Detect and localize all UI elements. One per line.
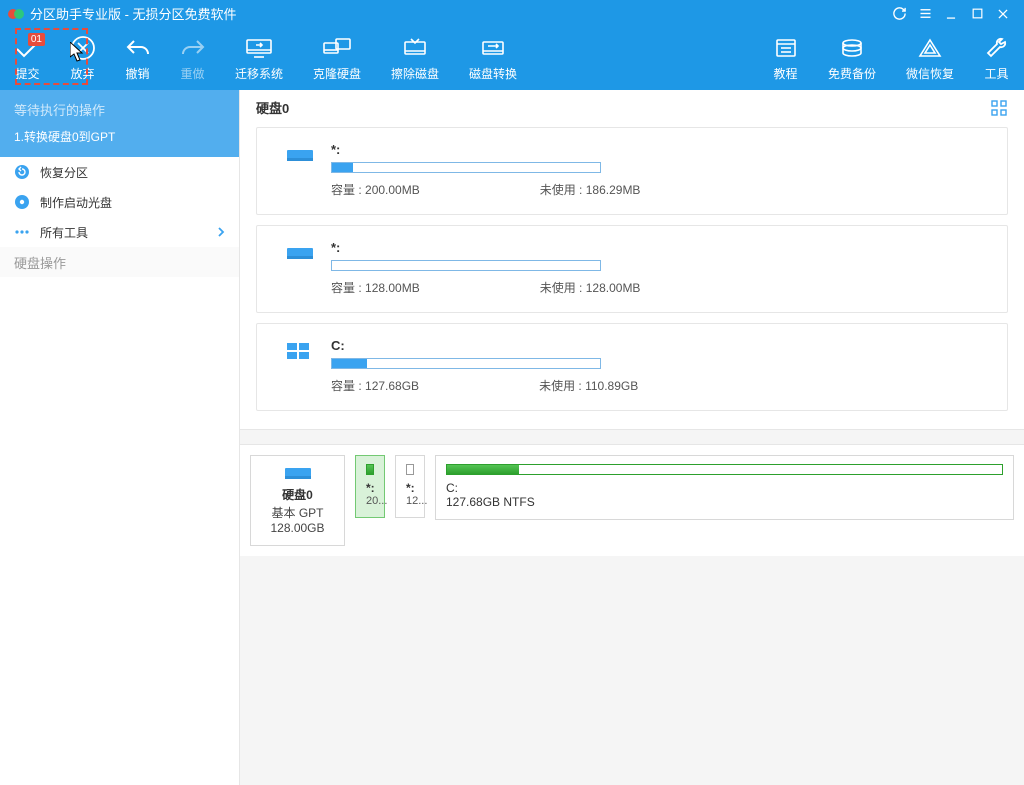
partition-name: C: bbox=[331, 338, 979, 353]
sidebar-section-disk-ops: 硬盘操作 bbox=[0, 247, 239, 277]
content: 等待执行的操作 1.转换硬盘0到GPT 恢复分区 制作启动光盘 所有工具 硬盘操… bbox=[0, 90, 1024, 785]
cancel-icon bbox=[68, 35, 98, 61]
partition-card[interactable]: C: 容量 : 127.68GB 未使用 : 110.89GB bbox=[256, 323, 1008, 411]
partition-name: *: bbox=[331, 142, 979, 157]
disk-icon bbox=[283, 464, 313, 484]
convert-button[interactable]: 磁盘转换 bbox=[454, 27, 532, 90]
undo-button[interactable]: 撤销 bbox=[110, 27, 165, 90]
menu-icon[interactable] bbox=[912, 3, 938, 25]
partition-card[interactable]: *: 容量 : 200.00MB 未使用 : 186.29MB bbox=[256, 127, 1008, 215]
recover-icon bbox=[14, 164, 30, 180]
undo-icon bbox=[123, 35, 153, 61]
disk-icon bbox=[285, 242, 315, 266]
disk-title: 硬盘0 bbox=[256, 98, 289, 117]
window-title: 分区助手专业版 - 无损分区免费软件 bbox=[30, 4, 886, 23]
layout-part-c[interactable]: C: 127.68GB NTFS bbox=[435, 455, 1014, 520]
disk-panel: 硬盘0 *: 容量 : 200.00MB 未使用 : 186.29MB *: bbox=[240, 90, 1024, 430]
usage-bar bbox=[331, 358, 601, 369]
wipe-button[interactable]: 擦除磁盘 bbox=[376, 27, 454, 90]
triangle-icon bbox=[915, 35, 945, 61]
clone-button[interactable]: 克隆硬盘 bbox=[298, 27, 376, 90]
sidebar-item-label: 所有工具 bbox=[40, 224, 88, 241]
app-logo-icon bbox=[8, 6, 24, 22]
backup-icon bbox=[837, 35, 867, 61]
layout-disk[interactable]: 硬盘0 基本 GPT 128.00GB bbox=[250, 455, 345, 546]
partition-card[interactable]: *: 容量 : 128.00MB 未使用 : 128.00MB bbox=[256, 225, 1008, 313]
layout-panel: 硬盘0 基本 GPT 128.00GB *: 20... *: 12... C:… bbox=[240, 444, 1024, 556]
sidebar-item-all-tools[interactable]: 所有工具 bbox=[0, 217, 239, 247]
layout-part-1[interactable]: *: 12... bbox=[395, 455, 425, 518]
redo-icon bbox=[178, 35, 208, 61]
commit-button[interactable]: 01 提交 bbox=[0, 27, 55, 90]
commit-badge: 01 bbox=[28, 33, 45, 46]
toolbar: 01 提交 放弃 撤销 重做 迁移系统 克隆硬盘 擦除磁盘 磁盘转换 教程 免费… bbox=[0, 27, 1024, 90]
convert-icon bbox=[478, 35, 508, 61]
tutorial-button[interactable]: 教程 bbox=[758, 27, 813, 90]
maximize-icon[interactable] bbox=[964, 3, 990, 25]
pending-ops: 等待执行的操作 1.转换硬盘0到GPT bbox=[0, 90, 239, 157]
sidebar: 等待执行的操作 1.转换硬盘0到GPT 恢复分区 制作启动光盘 所有工具 硬盘操… bbox=[0, 90, 240, 785]
wrench-icon bbox=[982, 35, 1012, 61]
usage-bar bbox=[331, 260, 601, 271]
pending-title: 等待执行的操作 bbox=[14, 100, 225, 119]
windows-icon bbox=[285, 340, 315, 364]
partition-name: *: bbox=[331, 240, 979, 255]
sidebar-item-label: 制作启动光盘 bbox=[40, 194, 112, 211]
discard-button[interactable]: 放弃 bbox=[55, 27, 110, 90]
usage-bar bbox=[331, 162, 601, 173]
book-icon bbox=[771, 35, 801, 61]
tools-button[interactable]: 工具 bbox=[969, 27, 1024, 90]
backup-button[interactable]: 免费备份 bbox=[813, 27, 891, 90]
sidebar-item-label: 恢复分区 bbox=[40, 164, 88, 181]
pending-item[interactable]: 1.转换硬盘0到GPT bbox=[14, 128, 225, 145]
close-icon[interactable] bbox=[990, 3, 1016, 25]
wipe-icon bbox=[400, 35, 430, 61]
chevron-right-icon bbox=[217, 226, 225, 238]
sidebar-item-boot-disc[interactable]: 制作启动光盘 bbox=[0, 187, 239, 217]
migrate-button[interactable]: 迁移系统 bbox=[220, 27, 298, 90]
layout-part-0[interactable]: *: 20... bbox=[355, 455, 385, 518]
titlebar: 分区助手专业版 - 无损分区免费软件 bbox=[0, 0, 1024, 27]
disc-icon bbox=[14, 194, 30, 210]
migrate-icon bbox=[244, 35, 274, 61]
minimize-icon[interactable] bbox=[938, 3, 964, 25]
clone-icon bbox=[322, 35, 352, 61]
refresh-icon[interactable] bbox=[886, 3, 912, 25]
sidebar-item-recover[interactable]: 恢复分区 bbox=[0, 157, 239, 187]
main: 硬盘0 *: 容量 : 200.00MB 未使用 : 186.29MB *: bbox=[240, 90, 1024, 785]
grid-view-icon[interactable] bbox=[990, 99, 1008, 117]
wechat-button[interactable]: 微信恢复 bbox=[891, 27, 969, 90]
dots-icon bbox=[14, 224, 30, 240]
redo-button[interactable]: 重做 bbox=[165, 27, 220, 90]
disk-icon bbox=[285, 144, 315, 168]
